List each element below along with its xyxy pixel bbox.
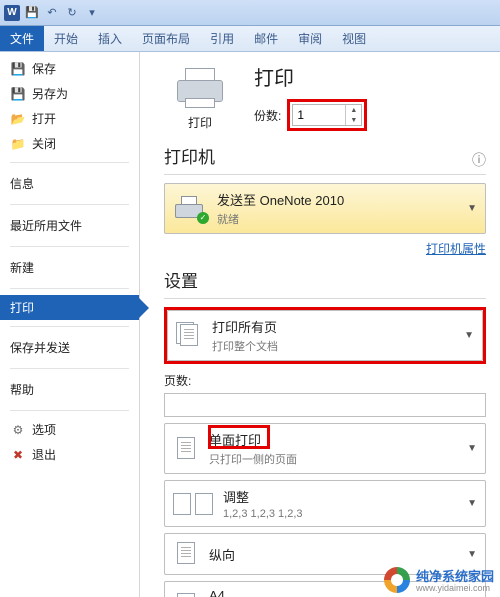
- separator: [10, 368, 129, 369]
- save-icon[interactable]: 💾: [24, 5, 40, 21]
- watermark-logo-icon: [384, 567, 410, 593]
- nav-new[interactable]: 新建: [0, 253, 139, 282]
- range-subtitle: 打印整个文档: [212, 338, 454, 354]
- simplex-title: 单面打印: [209, 430, 457, 449]
- collate-title: 调整: [223, 487, 457, 506]
- collate-icon: [173, 493, 213, 515]
- nav-label: 另存为: [32, 85, 68, 102]
- qat-customize-icon[interactable]: ▾: [84, 5, 100, 21]
- nav-save-send[interactable]: 保存并发送: [0, 333, 139, 362]
- nav-label: 关闭: [32, 135, 56, 152]
- folder-close-icon: 📁: [10, 136, 26, 152]
- separator: [10, 204, 129, 205]
- print-backstage: 打印 打印 份数: ▲ ▼: [140, 52, 500, 597]
- options-icon: ⚙: [10, 422, 26, 438]
- simplex-selector[interactable]: 单面打印 只打印一侧的页面 ▼: [164, 423, 486, 474]
- app-icon: W: [4, 5, 20, 21]
- highlight-box: 打印所有页 打印整个文档 ▼: [164, 307, 486, 364]
- tab-home[interactable]: 开始: [44, 26, 88, 51]
- print-button-label: 打印: [164, 114, 236, 131]
- print-heading: 打印: [254, 62, 367, 91]
- exit-icon: ✖: [10, 447, 26, 463]
- single-page-icon: [173, 435, 199, 463]
- nav-save-as[interactable]: 💾 另存为: [0, 81, 139, 106]
- backstage-nav: 💾 保存 💾 另存为 📂 打开 📁 关闭 信息 最近所用文件 新建 打印 保存并发送 帮…: [0, 52, 140, 597]
- nav-label: 选项: [32, 421, 56, 438]
- printer-properties-link[interactable]: 打印机属性: [164, 240, 486, 257]
- range-title: 打印所有页: [212, 317, 454, 336]
- spinner-up-icon[interactable]: ▲: [346, 105, 361, 115]
- chevron-down-icon[interactable]: ▼: [467, 443, 477, 454]
- save-as-icon: 💾: [10, 86, 26, 102]
- nav-close[interactable]: 📁 关闭: [0, 131, 139, 156]
- chevron-down-icon[interactable]: ▼: [467, 498, 477, 509]
- nav-label: 打印: [10, 299, 34, 316]
- tab-page-layout[interactable]: 页面布局: [132, 26, 200, 51]
- print-button[interactable]: 打印: [164, 62, 236, 131]
- print-range-selector[interactable]: 打印所有页 打印整个文档 ▼: [167, 310, 483, 361]
- separator: [164, 298, 486, 299]
- simplex-subtitle: 只打印一侧的页面: [209, 451, 457, 467]
- nav-options[interactable]: ⚙ 选项: [0, 417, 139, 442]
- undo-icon[interactable]: ↶: [44, 5, 60, 21]
- separator: [10, 326, 129, 327]
- pages-input[interactable]: [164, 393, 486, 417]
- page-size-icon: [173, 591, 199, 597]
- nav-recent[interactable]: 最近所用文件: [0, 211, 139, 240]
- settings-section-title: 设置: [164, 267, 486, 292]
- collate-selector[interactable]: 调整 1,2,3 1,2,3 1,2,3 ▼: [164, 480, 486, 527]
- copies-label: 份数:: [254, 107, 281, 124]
- separator: [10, 410, 129, 411]
- chevron-down-icon[interactable]: ▼: [464, 330, 474, 341]
- highlight-box: ▲ ▼: [287, 99, 367, 131]
- title-bar: W 💾 ↶ ↻ ▾: [0, 0, 500, 26]
- orientation-title: 纵向: [209, 545, 457, 564]
- tab-view[interactable]: 视图: [332, 26, 376, 51]
- collate-subtitle: 1,2,3 1,2,3 1,2,3: [223, 508, 457, 520]
- tab-mailings[interactable]: 邮件: [244, 26, 288, 51]
- nav-save[interactable]: 💾 保存: [0, 56, 139, 81]
- nav-label: 退出: [32, 446, 56, 463]
- printer-section-title: 打印机: [164, 143, 486, 168]
- copies-input[interactable]: [293, 105, 345, 125]
- copies-spinner[interactable]: ▲ ▼: [292, 104, 362, 126]
- folder-open-icon: 📂: [10, 111, 26, 127]
- tab-review[interactable]: 审阅: [288, 26, 332, 51]
- spinner-down-icon[interactable]: ▼: [346, 115, 361, 125]
- separator: [10, 162, 129, 163]
- chevron-down-icon[interactable]: ▼: [467, 203, 477, 214]
- nav-exit[interactable]: ✖ 退出: [0, 442, 139, 467]
- pages-label: 页数:: [164, 372, 486, 389]
- printer-icon: [171, 62, 229, 110]
- separator: [10, 288, 129, 289]
- tab-file[interactable]: 文件: [0, 26, 44, 51]
- printer-status: 就绪: [217, 211, 457, 227]
- info-icon[interactable]: ⓘ: [472, 150, 486, 170]
- document-pages-icon: [176, 322, 202, 350]
- nav-open[interactable]: 📂 打开: [0, 106, 139, 131]
- printer-selector[interactable]: ✓ 发送至 OneNote 2010 就绪 ▼: [164, 183, 486, 234]
- tab-insert[interactable]: 插入: [88, 26, 132, 51]
- separator: [10, 246, 129, 247]
- save-disk-icon: 💾: [10, 61, 26, 77]
- watermark-url: www.yidaimei.com: [416, 583, 494, 593]
- tab-references[interactable]: 引用: [200, 26, 244, 51]
- redo-icon[interactable]: ↻: [64, 5, 80, 21]
- ribbon-tabs: 文件 开始 插入 页面布局 引用 邮件 审阅 视图: [0, 26, 500, 52]
- printer-ready-icon: ✓: [173, 196, 207, 222]
- nav-label: 打开: [32, 110, 56, 127]
- portrait-icon: [173, 540, 199, 568]
- nav-help[interactable]: 帮助: [0, 375, 139, 404]
- nav-info[interactable]: 信息: [0, 169, 139, 198]
- nav-print[interactable]: 打印: [0, 295, 139, 320]
- printer-name: 发送至 OneNote 2010: [217, 190, 457, 209]
- separator: [164, 174, 486, 175]
- nav-label: 保存: [32, 60, 56, 77]
- watermark: 纯净系统家园 www.yidaimei.com: [384, 566, 494, 593]
- chevron-down-icon[interactable]: ▼: [467, 549, 477, 560]
